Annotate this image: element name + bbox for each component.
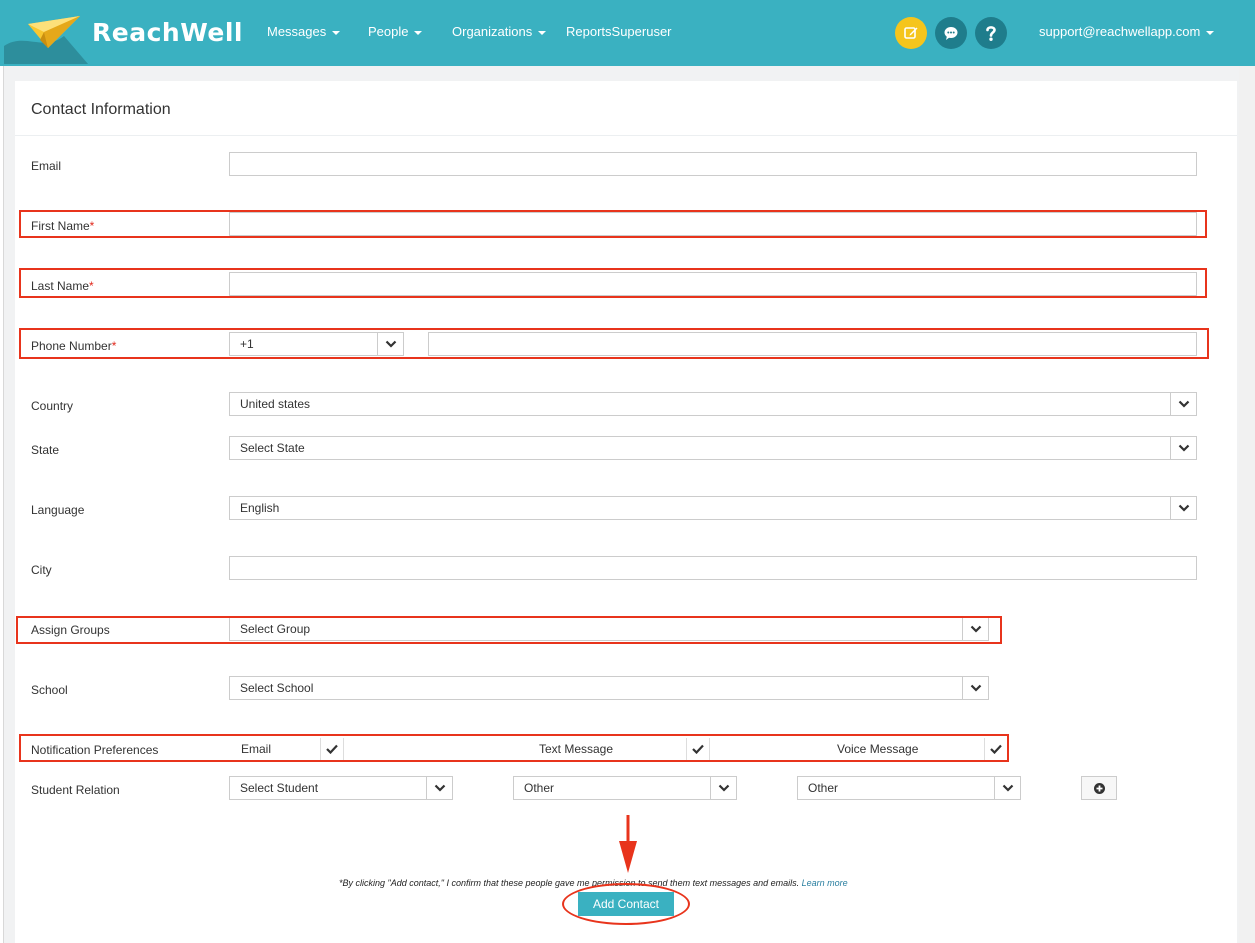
- student-value: Select Student: [240, 781, 319, 795]
- user-menu[interactable]: support@reachwellapp.com: [1039, 24, 1215, 39]
- state-select[interactable]: Select State: [229, 436, 1197, 460]
- nav-organizations[interactable]: Organizations: [452, 24, 547, 39]
- last-name-label: Last Name*: [31, 279, 94, 293]
- relation-type-select-1[interactable]: Other: [513, 776, 737, 800]
- assign-groups-label: Assign Groups: [31, 623, 110, 637]
- phone-country-code-select[interactable]: +1: [229, 332, 404, 356]
- notif-text-checkbox[interactable]: [686, 738, 710, 760]
- chevron-down-icon: [1170, 393, 1196, 415]
- notif-voice-checkbox[interactable]: [984, 738, 1008, 760]
- caret-down-icon: [332, 30, 341, 35]
- chat-icon: [944, 27, 958, 40]
- chevron-down-icon: [710, 777, 736, 799]
- notif-voice-label: Voice Message: [837, 742, 919, 756]
- arrow-down-icon: [619, 815, 637, 873]
- caret-down-icon: [1206, 30, 1215, 35]
- nav-reports-superuser[interactable]: ReportsSuperuser: [566, 24, 672, 39]
- relation-type-2-value: Other: [808, 781, 839, 795]
- phone-number-input[interactable]: [428, 332, 1197, 356]
- brand-name: ReachWell: [92, 18, 243, 47]
- brand-logo[interactable]: ReachWell: [4, 2, 242, 66]
- checkmark-icon: [326, 744, 338, 754]
- vertical-scrollbar[interactable]: [1239, 66, 1255, 943]
- caret-down-icon: [414, 30, 423, 35]
- contact-info-card: Contact Information Email First Name* La…: [15, 81, 1237, 943]
- card-title: Contact Information: [31, 101, 171, 118]
- country-select[interactable]: United states: [229, 392, 1197, 416]
- checkmark-icon: [692, 744, 704, 754]
- phone-label-text: Phone Number: [31, 339, 112, 353]
- school-select[interactable]: Select School: [229, 676, 989, 700]
- required-mark: *: [89, 219, 95, 233]
- notification-preferences-label: Notification Preferences: [31, 743, 159, 757]
- language-label: Language: [31, 503, 85, 517]
- required-mark: *: [111, 339, 117, 353]
- top-navbar: ReachWell Messages People Organizations …: [0, 0, 1255, 66]
- nav-people-label: People: [368, 24, 409, 39]
- relation-type-1-value: Other: [524, 781, 555, 795]
- chevron-down-icon: [1170, 497, 1196, 519]
- first-name-label-text: First Name: [31, 219, 90, 233]
- state-label: State: [31, 443, 60, 457]
- notif-email-label: Email: [241, 742, 272, 756]
- page-left-edge: [0, 66, 4, 943]
- language-select[interactable]: English: [229, 496, 1197, 520]
- country-label: Country: [31, 399, 74, 413]
- last-name-label-text: Last Name: [31, 279, 90, 293]
- permission-disclaimer: *By clicking "Add contact," I confirm th…: [339, 878, 848, 888]
- compose-icon: [904, 27, 918, 39]
- help-icon: [986, 26, 996, 41]
- paper-plane-icon: [4, 16, 88, 64]
- chevron-down-icon: [377, 333, 403, 355]
- required-mark: *: [89, 279, 94, 293]
- country-value: United states: [240, 397, 311, 411]
- state-value: Select State: [240, 441, 305, 455]
- chevron-down-icon: [962, 677, 988, 699]
- chat-button[interactable]: [935, 17, 967, 49]
- learn-more-link[interactable]: Learn more: [802, 878, 848, 888]
- first-name-label: First Name*: [31, 219, 94, 233]
- school-label: School: [31, 683, 68, 697]
- help-button[interactable]: [975, 17, 1007, 49]
- notif-text-label: Text Message: [539, 742, 614, 756]
- checkmark-icon: [990, 744, 1002, 754]
- chevron-down-icon: [426, 777, 452, 799]
- last-name-input[interactable]: [229, 272, 1197, 296]
- divider: [15, 135, 1237, 136]
- plus-circle-icon: [1093, 782, 1105, 794]
- nav-reports-label: ReportsSuperuser: [566, 24, 672, 39]
- select-student-select[interactable]: Select Student: [229, 776, 453, 800]
- groups-value: Select Group: [240, 622, 311, 636]
- nav-people[interactable]: People: [368, 24, 423, 39]
- student-relation-label: Student Relation: [31, 783, 120, 797]
- phone-code-value: +1: [240, 337, 254, 351]
- language-value: English: [240, 501, 280, 515]
- add-contact-button[interactable]: Add Contact: [578, 892, 674, 916]
- chevron-down-icon: [994, 777, 1020, 799]
- notif-email-checkbox[interactable]: [320, 738, 344, 760]
- city-label: City: [31, 563, 52, 577]
- caret-down-icon: [538, 30, 547, 35]
- add-relation-button[interactable]: [1081, 776, 1117, 800]
- chevron-down-icon: [1170, 437, 1196, 459]
- school-value: Select School: [240, 681, 314, 695]
- user-email: support@reachwellapp.com: [1039, 24, 1201, 39]
- disclaimer-text: *By clicking "Add contact," I confirm th…: [339, 878, 800, 888]
- city-input[interactable]: [229, 556, 1197, 580]
- email-input[interactable]: [229, 152, 1197, 176]
- email-label: Email: [31, 159, 62, 173]
- phone-label: Phone Number*: [31, 339, 116, 353]
- assign-groups-select[interactable]: Select Group: [229, 617, 989, 641]
- nav-organizations-label: Organizations: [452, 24, 533, 39]
- first-name-input[interactable]: [229, 212, 1197, 236]
- nav-messages-label: Messages: [267, 24, 327, 39]
- chevron-down-icon: [962, 618, 988, 640]
- compose-button[interactable]: [895, 17, 927, 49]
- nav-messages[interactable]: Messages: [267, 24, 341, 39]
- relation-type-select-2[interactable]: Other: [797, 776, 1021, 800]
